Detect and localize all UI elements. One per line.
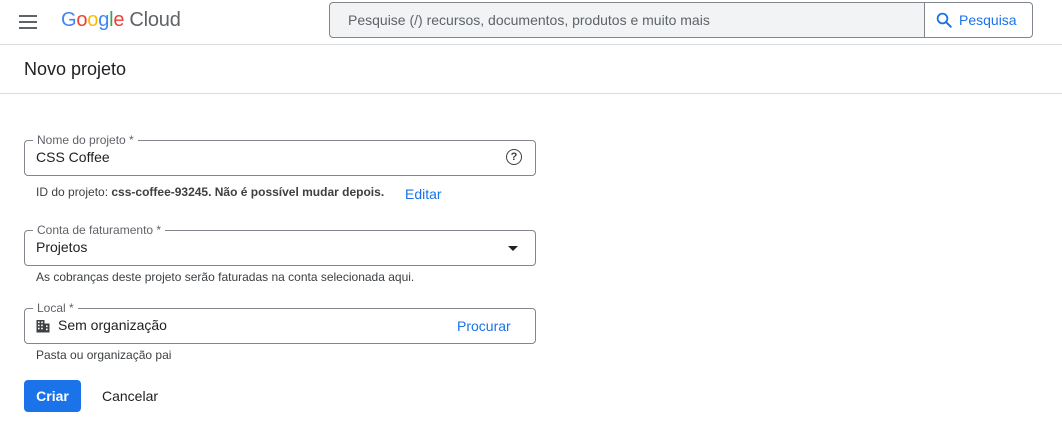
page-title-bar: Novo projeto	[0, 45, 1062, 94]
billing-account-label: Conta de faturamento *	[33, 223, 166, 237]
logo-letter: e	[113, 9, 125, 31]
project-id-prefix: ID do projeto:	[36, 185, 112, 199]
google-cloud-logo[interactable]: Google Cloud	[61, 9, 181, 33]
search-icon	[936, 12, 952, 28]
location-value: Sem organização	[58, 317, 167, 333]
billing-account-value: Projetos	[36, 239, 88, 255]
search-button[interactable]: Pesquisa	[924, 2, 1033, 38]
location-field[interactable]: Local * Sem organização Procurar	[24, 301, 536, 344]
location-help-text: Pasta ou organização pai	[36, 348, 172, 362]
edit-project-id-link[interactable]: Editar	[405, 186, 442, 202]
billing-account-select[interactable]: Conta de faturamento * Projetos	[24, 223, 536, 266]
page-title: Novo projeto	[24, 59, 127, 79]
logo-letter: o	[76, 9, 88, 31]
create-button[interactable]: Criar	[24, 380, 81, 412]
cloud-wordmark: Cloud	[129, 9, 181, 31]
project-id-value: css-coffee-93245. Não é possível mudar d…	[111, 185, 385, 199]
hamburger-menu-icon[interactable]	[14, 8, 42, 36]
project-name-label: Nome do projeto *	[33, 133, 138, 147]
project-name-field[interactable]: Nome do projeto * CSS Coffee ?	[24, 133, 536, 176]
help-icon[interactable]: ?	[506, 149, 522, 165]
dropdown-arrow-icon	[508, 246, 518, 251]
project-id-text: ID do projeto: css-coffee-93245. Não é p…	[36, 185, 384, 199]
project-name-value: CSS Coffee	[36, 149, 110, 165]
search-box[interactable]	[329, 2, 925, 38]
google-wordmark: Google	[61, 9, 125, 32]
browse-location-link[interactable]: Procurar	[457, 318, 511, 334]
cancel-button[interactable]: Cancelar	[92, 380, 168, 412]
location-label: Local *	[33, 301, 78, 315]
billing-help-text: As cobranças deste projeto serão faturad…	[36, 270, 415, 284]
search-button-label: Pesquisa	[959, 12, 1017, 28]
top-bar: Google Cloud Pesquisa	[0, 0, 1062, 45]
building-icon	[36, 320, 50, 333]
logo-letter: o	[87, 9, 99, 31]
logo-letter: G	[61, 9, 77, 31]
search-input[interactable]	[348, 12, 924, 28]
logo-letter: g	[98, 9, 110, 31]
